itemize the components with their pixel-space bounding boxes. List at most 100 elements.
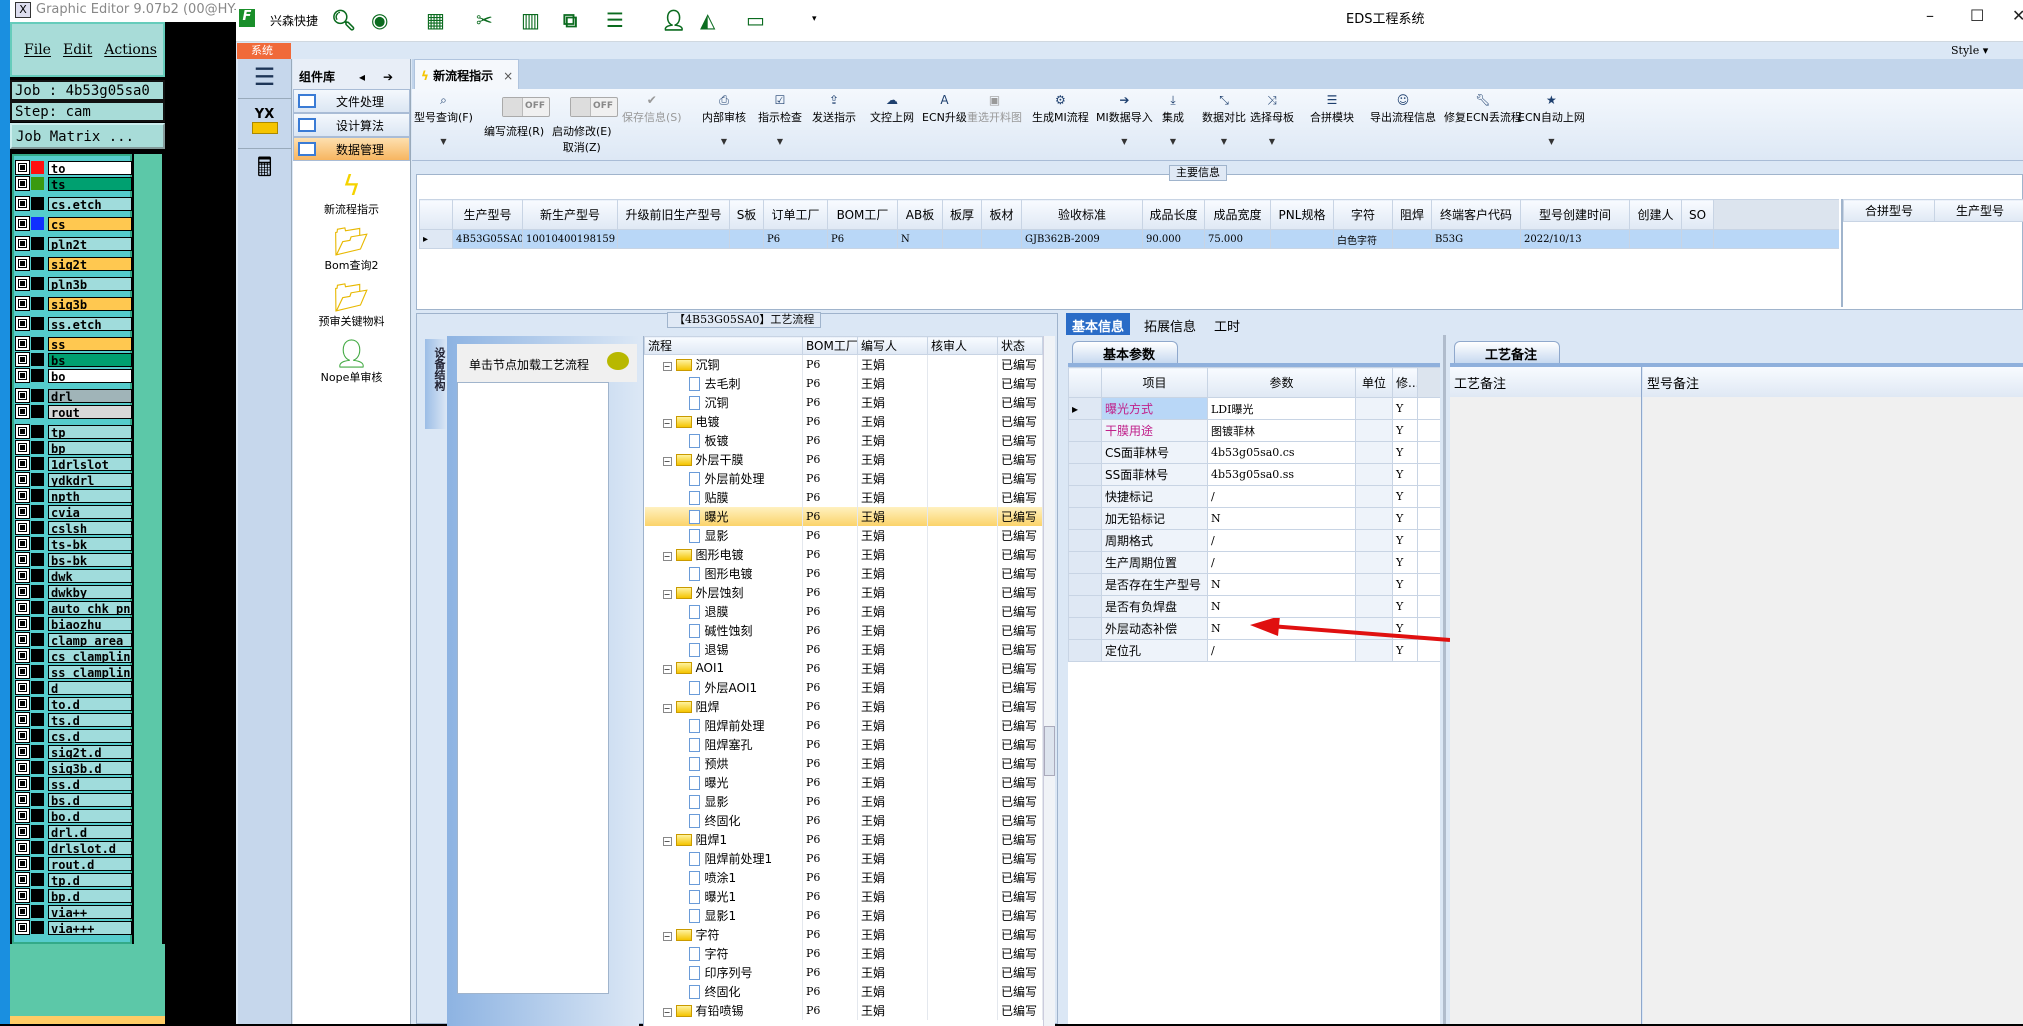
layer-checkbox[interactable] [16, 505, 29, 518]
param-row[interactable]: ▸曝光方式LDI曝光Y [1069, 398, 1441, 420]
layer-row[interactable]: bo.d [16, 808, 132, 823]
layer-checkbox[interactable] [16, 257, 29, 270]
collapse-left-icon[interactable]: ◂ [359, 70, 365, 84]
layer-name[interactable]: to.d [48, 697, 132, 711]
table-cell[interactable] [1393, 230, 1432, 249]
collapse-icon[interactable]: − [663, 362, 672, 371]
layer-checkbox[interactable] [16, 921, 29, 934]
layer-row[interactable]: cslsh [16, 520, 132, 535]
menu-actions[interactable]: Actions [104, 42, 157, 75]
column-header[interactable]: 终端客户代码 [1432, 200, 1521, 230]
basic-params-tab[interactable]: 基本参数 [1072, 341, 1178, 363]
layer-row[interactable]: sig3b.d [16, 760, 132, 775]
monitor-icon[interactable]: ▭ [746, 8, 765, 32]
layer-checkbox[interactable] [16, 585, 29, 598]
layer-checkbox[interactable] [16, 617, 29, 630]
layer-row[interactable]: to [16, 160, 132, 175]
layer-row[interactable]: cs_clampline [16, 648, 132, 663]
layer-row[interactable]: drlslot.d [16, 840, 132, 855]
layer-checkbox[interactable] [16, 473, 29, 486]
collapse-icon[interactable]: − [663, 704, 672, 713]
layer-name[interactable]: ss.d [48, 777, 132, 791]
dropdown-arrow-icon[interactable]: ▼ [414, 137, 473, 146]
layer-name[interactable]: ss_clampline [48, 665, 132, 679]
tree-step-row[interactable]: 退锡P6王娟已编写 [645, 640, 1043, 659]
layer-checkbox[interactable] [16, 761, 29, 774]
column-header[interactable]: SO [1682, 200, 1714, 230]
tree-step-row[interactable]: 沉铜P6王娟已编写 [645, 393, 1043, 412]
layer-row[interactable]: bs-bk [16, 552, 132, 567]
layer-checkbox[interactable] [16, 569, 29, 582]
column-header[interactable]: 项目 [1102, 368, 1208, 398]
grid-icon[interactable]: ▦ [426, 8, 445, 32]
layer-row[interactable]: sig2t [16, 256, 132, 271]
table-row[interactable]: ▸4B53G05SA010010400198159P6P6NGJB362B-20… [420, 230, 1840, 249]
tree-group-row[interactable]: −字符P6王娟已编写 [645, 925, 1043, 944]
table-cell[interactable] [1271, 230, 1334, 249]
layer-row[interactable]: dwkby [16, 584, 132, 599]
layer-row[interactable]: bs.d [16, 792, 132, 807]
layer-name[interactable]: npth [48, 489, 132, 503]
tree-step-row[interactable]: 去毛刺P6王娟已编写 [645, 374, 1043, 393]
layer-row[interactable]: ss.etch [16, 316, 132, 331]
layer-name[interactable]: via+++ [48, 921, 132, 935]
layer-name[interactable]: bo [48, 369, 132, 383]
tree-step-row[interactable]: 图形电镀P6王娟已编写 [645, 564, 1043, 583]
column-header[interactable]: 生产型号 [453, 200, 523, 230]
layer-checkbox[interactable] [16, 649, 29, 662]
copy-icon[interactable]: ⧉ [563, 8, 577, 32]
layer-list-scroll-area[interactable] [134, 154, 162, 944]
layer-name[interactable]: bp.d [48, 889, 132, 903]
layer-row[interactable]: cvia [16, 504, 132, 519]
ribbon-button[interactable]: ☰合拼模块 [1310, 93, 1354, 125]
equipment-tree[interactable] [457, 382, 609, 994]
param-row[interactable]: 加无铅标记NY [1069, 508, 1441, 530]
menu-file[interactable]: File [24, 42, 51, 75]
tree-group-row[interactable]: −沉铜P6王娟已编写 [645, 355, 1043, 374]
layer-checkbox[interactable] [16, 405, 29, 418]
layer-row[interactable]: biaozhu [16, 616, 132, 631]
column-header[interactable]: 验收标准 [1022, 200, 1143, 230]
column-header[interactable]: 新生产型号 [523, 200, 618, 230]
maximize-icon[interactable]: ☐ [1970, 6, 1984, 25]
layer-name[interactable]: cs_clampline [48, 649, 132, 663]
layer-name[interactable]: auto_chk_pnl [48, 601, 132, 615]
param-cell[interactable]: N [1208, 574, 1356, 596]
layer-name[interactable]: tp [48, 425, 132, 439]
layer-row[interactable]: dwk [16, 568, 132, 583]
layer-row[interactable]: tp [16, 424, 132, 439]
layer-checkbox[interactable] [16, 553, 29, 566]
layer-checkbox[interactable] [16, 697, 29, 710]
param-row[interactable]: SS面菲林号4b53g05sa0.ssY [1069, 464, 1441, 486]
layer-row[interactable]: via+++ [16, 920, 132, 935]
layer-checkbox[interactable] [16, 793, 29, 806]
param-cell[interactable]: 4b53g05sa0.ss [1208, 464, 1356, 486]
layer-row[interactable]: drl [16, 388, 132, 403]
tree-step-row[interactable]: 字符P6王娟已编写 [645, 944, 1043, 963]
layer-name[interactable]: ts.d [48, 713, 132, 727]
column-header[interactable]: 状态 [998, 337, 1043, 355]
table-cell[interactable]: 75.000 [1205, 230, 1271, 249]
column-header[interactable]: 生产型号 [1935, 200, 2023, 222]
dropdown-arrow-icon[interactable]: ▼ [1162, 137, 1184, 146]
list-icon[interactable]: ☰ [606, 8, 624, 32]
layer-name[interactable]: cs [48, 217, 132, 231]
layer-name[interactable]: drl.d [48, 825, 132, 839]
layer-checkbox[interactable] [16, 237, 29, 250]
layer-name[interactable]: to [48, 161, 132, 175]
film-icon[interactable]: ▥ [521, 8, 540, 32]
tab-basic-info[interactable]: 基本信息 [1066, 313, 1130, 335]
tree-group-row[interactable]: −外层干膜P6王娟已编写 [645, 450, 1043, 469]
layer-checkbox[interactable] [16, 777, 29, 790]
layer-name[interactable]: rout [48, 405, 132, 419]
calculator-link-icon[interactable]: 🖩︎ [238, 149, 291, 195]
param-cell[interactable]: / [1208, 530, 1356, 552]
tree-group-row[interactable]: −外层蚀刻P6王娟已编写 [645, 583, 1043, 602]
tree-step-row[interactable]: 板镀P6王娟已编写 [645, 431, 1043, 450]
tree-step-row[interactable]: 阻焊前处理1P6王娟已编写 [645, 849, 1043, 868]
cmd-bom-query[interactable]: 📂︎Bom查询2 [293, 227, 410, 273]
table-cell[interactable] [618, 230, 730, 249]
layer-checkbox[interactable] [16, 353, 29, 366]
dropdown-arrow-icon[interactable]: ▼ [1096, 137, 1153, 146]
dropdown-arrow-icon[interactable]: ▼ [758, 137, 802, 146]
